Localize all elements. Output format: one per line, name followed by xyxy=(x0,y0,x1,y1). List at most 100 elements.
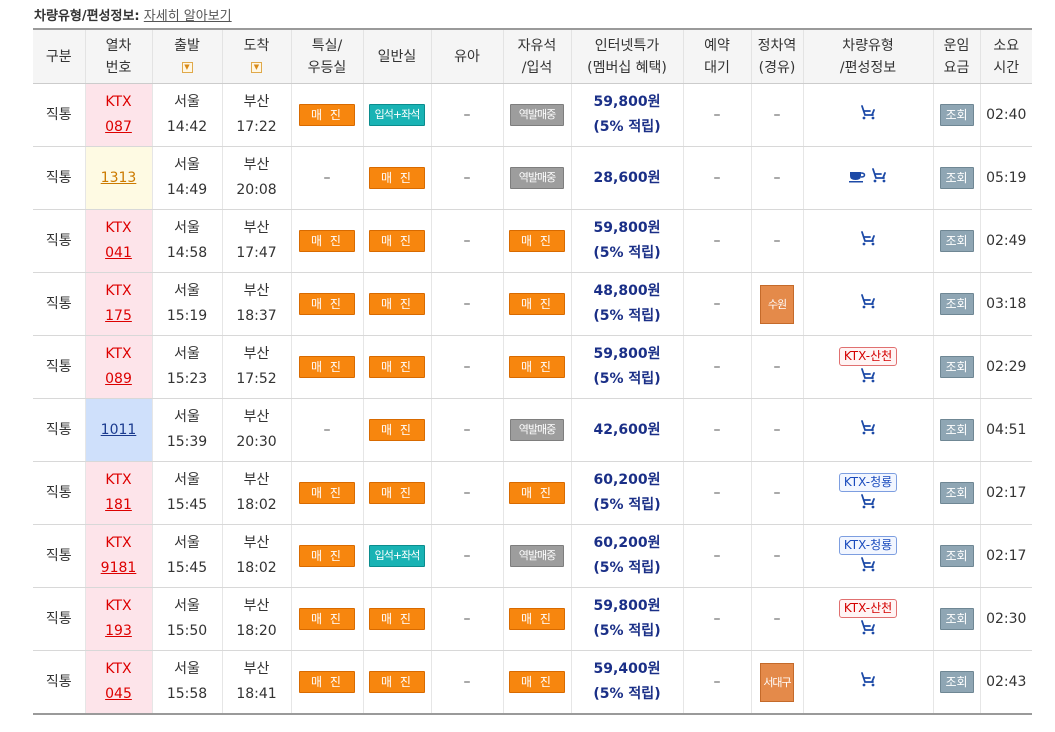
fare-view-button[interactable]: 조회 xyxy=(939,104,974,126)
sold-out-button[interactable]: 매 진 xyxy=(299,230,355,252)
cell-vehicle-type: KTX-청룡 xyxy=(802,524,934,588)
fare-view-button[interactable]: 조회 xyxy=(939,608,974,630)
sold-out-button[interactable]: 매 진 xyxy=(369,356,425,378)
vehicle-type-badge: KTX-청룡 xyxy=(838,472,898,492)
dash-text: – xyxy=(323,422,331,438)
fare-view-button[interactable]: 조회 xyxy=(939,167,974,189)
station-sale-button[interactable]: 역발매중 xyxy=(510,419,564,441)
cell-fare: 조회 xyxy=(932,272,981,336)
stop-station-button[interactable]: 서대구 xyxy=(760,662,794,702)
vehicle-icons xyxy=(804,367,933,390)
sold-out-button[interactable]: 매 진 xyxy=(369,419,425,441)
sold-out-button[interactable]: 매 진 xyxy=(369,671,425,693)
train-number-link[interactable]: 089 xyxy=(105,367,132,392)
header-vehicle-type: 차량유형/편성정보 xyxy=(802,28,934,84)
cell-stop-station: – xyxy=(750,209,804,273)
sold-out-button[interactable]: 매 진 xyxy=(299,356,355,378)
cell-free-seat: 매 진 xyxy=(502,272,572,336)
wheelchair-seat-icon xyxy=(859,230,877,253)
cell-train-no: KTX 9181 xyxy=(84,524,153,588)
cell-infant: – xyxy=(430,650,504,715)
sold-out-button[interactable]: 매 진 xyxy=(369,482,425,504)
station-sale-button[interactable]: 역발매중 xyxy=(510,545,564,567)
cell-duration: 02:49 xyxy=(979,209,1032,273)
train-number-link[interactable]: 181 xyxy=(105,493,132,518)
sold-out-button[interactable]: 매 진 xyxy=(299,293,355,315)
cell-fare: 조회 xyxy=(932,398,981,462)
sold-out-button[interactable]: 매 진 xyxy=(509,356,565,378)
sort-arrow-icon[interactable]: ▼ xyxy=(181,62,193,73)
category-text: 직통 xyxy=(45,233,72,249)
cell-special: – xyxy=(290,398,364,462)
train-number-link[interactable]: 175 xyxy=(105,304,132,329)
depart-time: 15:39 xyxy=(166,434,208,450)
depart-time: 15:58 xyxy=(166,686,208,702)
cell-train-no: KTX 193 xyxy=(84,587,153,651)
depart-station: 서울 xyxy=(174,157,200,173)
fare-view-button[interactable]: 조회 xyxy=(939,671,974,693)
table-row: 직통 KTX 9181 서울 15:45 부산 18:02 매 진 입석+좌석 – 역발매중 60,2… xyxy=(33,524,1032,588)
train-number-link[interactable]: 1313 xyxy=(101,166,137,191)
sold-out-button[interactable]: 매 진 xyxy=(369,230,425,252)
train-number-link[interactable]: 041 xyxy=(105,241,132,266)
fare-view-button[interactable]: 조회 xyxy=(939,230,974,252)
standing-seat-button[interactable]: 입석+좌석 xyxy=(369,104,425,126)
vehicle-badge-wrap: KTX-산천 xyxy=(804,345,933,367)
sold-out-button[interactable]: 매 진 xyxy=(509,230,565,252)
cell-category: 직통 xyxy=(33,650,86,715)
cell-infant: – xyxy=(430,335,504,399)
vehicle-icons xyxy=(804,167,933,190)
sold-out-button[interactable]: 매 진 xyxy=(509,608,565,630)
cell-special: 매 진 xyxy=(290,524,364,588)
table-row: 직통 1313 서울 14:49 부산 20:08 – 매 진 – 역발매중 28,600원 – – 조… xyxy=(33,146,1032,210)
sold-out-button[interactable]: 매 진 xyxy=(509,293,565,315)
fare-view-button[interactable]: 조회 xyxy=(939,419,974,441)
cell-train-no: KTX 175 xyxy=(84,272,153,336)
station-sale-button[interactable]: 역발매중 xyxy=(510,167,564,189)
standing-seat-button[interactable]: 입석+좌석 xyxy=(369,545,425,567)
fare-view-button[interactable]: 조회 xyxy=(939,293,974,315)
infant-text: – xyxy=(463,422,471,438)
train-number-link[interactable]: 193 xyxy=(105,619,132,644)
arrive-time: 20:08 xyxy=(236,182,277,198)
cell-internet-fare: 60,200원 (5% 적립) xyxy=(570,461,684,525)
category-text: 직통 xyxy=(45,170,72,186)
stop-station-text: – xyxy=(773,611,781,627)
cell-vehicle-type xyxy=(802,650,934,715)
cell-arrive: 부산 18:37 xyxy=(221,272,292,336)
sold-out-button[interactable]: 매 진 xyxy=(509,671,565,693)
fare-amount: 59,800원 xyxy=(593,94,661,110)
header-free-seat: 자유석/입석 xyxy=(502,28,572,84)
infant-text: – xyxy=(463,170,471,186)
cell-stop-station: – xyxy=(750,335,804,399)
sort-arrow-icon[interactable]: ▼ xyxy=(251,62,262,73)
fare-view-button[interactable]: 조회 xyxy=(939,545,974,567)
station-sale-button[interactable]: 역발매중 xyxy=(510,104,564,126)
sold-out-button[interactable]: 매 진 xyxy=(299,545,355,567)
train-number-link[interactable]: 1011 xyxy=(101,418,137,443)
cell-arrive: 부산 17:52 xyxy=(221,335,292,399)
sold-out-button[interactable]: 매 진 xyxy=(369,608,425,630)
details-link[interactable]: 자세히 알아보기 xyxy=(144,9,232,24)
train-number-link[interactable]: 087 xyxy=(105,115,132,140)
train-number-link[interactable]: 045 xyxy=(105,682,132,707)
sold-out-button[interactable]: 매 진 xyxy=(369,293,425,315)
sold-out-button[interactable]: 매 진 xyxy=(369,167,425,189)
sold-out-button[interactable]: 매 진 xyxy=(299,482,355,504)
wheelchair-seat-icon xyxy=(859,419,877,442)
fare-view-button[interactable]: 조회 xyxy=(939,356,974,378)
vehicle-icons xyxy=(804,671,933,694)
cell-duration: 03:18 xyxy=(979,272,1032,336)
schedule-caption: 차량유형/편성정보: 자세히 알아보기 xyxy=(34,7,232,27)
sold-out-button[interactable]: 매 진 xyxy=(509,482,565,504)
stop-station-button[interactable]: 수원 xyxy=(760,284,794,324)
fare-view-button[interactable]: 조회 xyxy=(939,482,974,504)
cell-train-no: KTX 089 xyxy=(84,335,153,399)
train-number-link[interactable]: 9181 xyxy=(101,556,137,581)
sold-out-button[interactable]: 매 진 xyxy=(299,104,355,126)
train-type-text: KTX xyxy=(105,283,132,299)
cell-stop-station: – xyxy=(750,83,804,147)
sold-out-button[interactable]: 매 진 xyxy=(299,671,355,693)
cell-stop-station: 서대구 xyxy=(750,650,804,715)
sold-out-button[interactable]: 매 진 xyxy=(299,608,355,630)
